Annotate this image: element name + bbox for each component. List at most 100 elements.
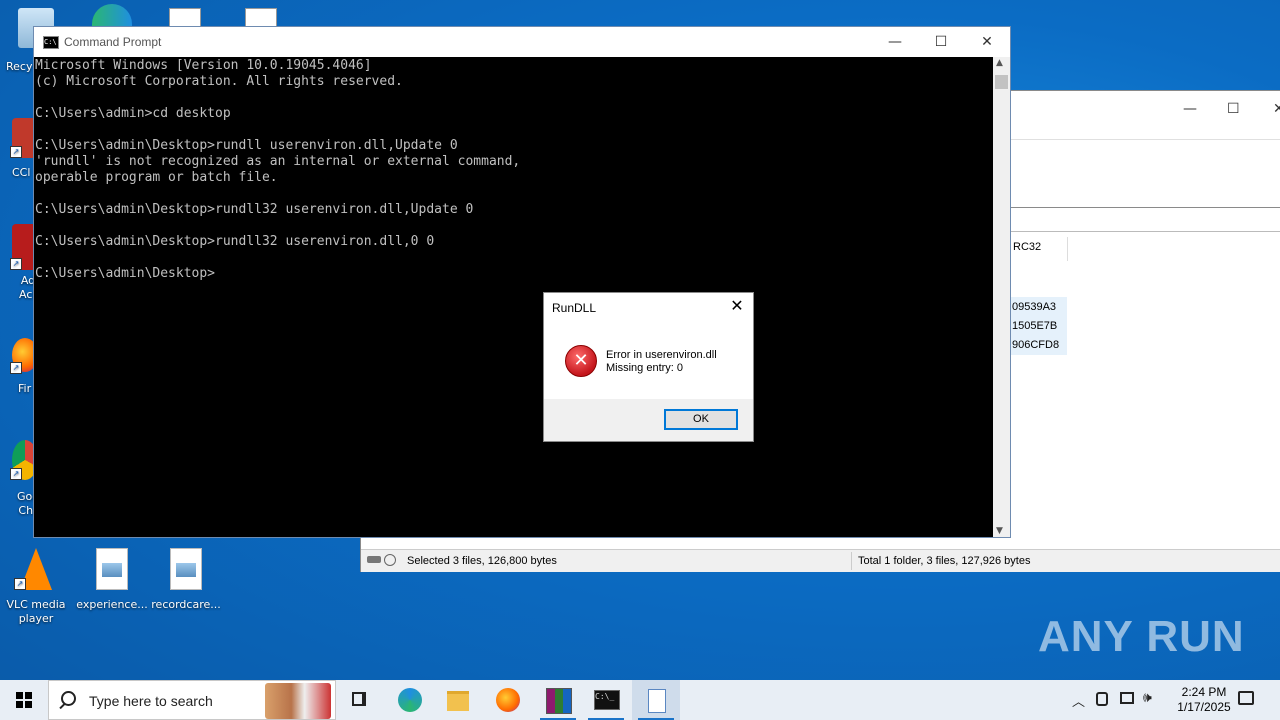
cmd-app-icon: C:\ — [43, 36, 59, 49]
taskbar-notepad[interactable] — [632, 680, 680, 720]
clock-date: 1/17/2025 — [1177, 700, 1231, 714]
console-line: (c) Microsoft Corporation. All rights re… — [35, 74, 403, 89]
show-hidden-icons-chevron-up-icon[interactable]: ︿ — [1072, 691, 1085, 710]
scrollbar-thumb[interactable] — [995, 75, 1008, 89]
desktop-icon-recordcare-file[interactable]: recordcare... — [150, 548, 222, 612]
firefox-icon — [496, 688, 520, 712]
console-line: C:\Users\admin\Desktop>rundll32 userenvi… — [35, 234, 435, 249]
cmd-title: Command Prompt — [64, 35, 162, 49]
taskbar-firefox[interactable] — [484, 680, 532, 720]
minimize-icon[interactable]: — — [872, 27, 918, 57]
volume-icon[interactable]: 🕪 — [1143, 690, 1152, 706]
maximize-icon[interactable]: ☐ — [1227, 101, 1240, 117]
edge-icon — [398, 688, 422, 712]
clock-time: 2:24 PM — [1181, 685, 1227, 699]
console-line: operable program or batch file. — [35, 170, 278, 185]
start-button[interactable] — [0, 680, 48, 720]
winrar-icon — [546, 688, 572, 714]
vlc-icon: ↗ — [14, 548, 52, 590]
status-bar: Selected 3 files, 126,800 bytes Total 1 … — [361, 549, 1280, 572]
desktop-icon-label: Recy — [6, 60, 33, 73]
desktop-icon-doc-1[interactable] — [160, 8, 210, 28]
taskbar-edge[interactable] — [386, 680, 434, 720]
ok-button[interactable]: OK — [664, 409, 738, 430]
cmd-titlebar[interactable]: C:\ Command Prompt — ☐ ✕ — [34, 27, 1010, 57]
close-icon[interactable]: ✕ — [1273, 101, 1280, 117]
desktop-icon-label: recordcare... — [151, 598, 221, 611]
console-line: C:\Users\admin>cd desktop — [35, 106, 231, 121]
notification-icon[interactable] — [1238, 691, 1254, 705]
status-total: Total 1 folder, 3 files, 127,926 bytes — [858, 555, 1031, 567]
column-header-crc32[interactable]: RC32 — [1013, 241, 1041, 253]
status-separator — [851, 552, 852, 570]
file-row-crc[interactable]: 1505E7B — [1012, 320, 1057, 332]
scroll-up-icon[interactable]: ▲ — [996, 58, 1003, 68]
task-view-button[interactable] — [336, 680, 384, 720]
maximize-icon[interactable]: ☐ — [918, 27, 964, 57]
taskbar-command-prompt[interactable]: C:\_ — [582, 680, 630, 720]
shortcut-arrow-icon: ↗ — [10, 362, 22, 374]
minimize-icon[interactable]: — — [1183, 101, 1197, 117]
console-output[interactable]: Microsoft Windows [Version 10.0.19045.40… — [34, 57, 994, 537]
disc-icon — [384, 554, 396, 566]
drive-icon — [367, 556, 381, 563]
console-line: C:\Users\admin\Desktop> — [35, 266, 216, 281]
toolbar-divider — [1011, 207, 1280, 208]
desktop-icon-label: VLC media player — [6, 598, 66, 625]
image-file-icon — [170, 548, 202, 590]
cmd-icon: C:\_ — [594, 690, 620, 710]
network-icon[interactable] — [1120, 692, 1134, 704]
file-row-crc[interactable]: 09539A3 — [1012, 301, 1056, 313]
desktop-icon-label: Fir — [18, 382, 32, 395]
notepad-icon — [648, 689, 666, 713]
scroll-down-icon[interactable]: ▼ — [996, 526, 1003, 536]
desktop-icon-experience-file[interactable]: experience... — [76, 548, 148, 612]
command-prompt-window[interactable]: C:\ Command Prompt — ☐ ✕ Microsoft Windo… — [33, 26, 1011, 538]
console-line: Microsoft Windows [Version 10.0.19045.40… — [35, 58, 372, 73]
taskbar-clock[interactable]: 2:24 PM 1/17/2025 — [1172, 685, 1236, 715]
search-icon-handle — [59, 702, 66, 710]
document-icon — [245, 8, 277, 28]
dialog-title: RunDLL — [552, 301, 597, 315]
taskbar-winrar[interactable] — [534, 680, 582, 720]
column-header-row — [1011, 231, 1280, 260]
search-highlight-image — [265, 683, 331, 719]
file-row-crc[interactable]: 906CFD8 — [1012, 339, 1059, 351]
taskbar-search-box[interactable]: Type here to search — [48, 680, 336, 720]
status-selected: Selected 3 files, 126,800 bytes — [407, 555, 557, 567]
rundll-error-dialog[interactable]: RunDLL ✕ ✕ Error in userenviron.dll Miss… — [543, 292, 754, 442]
desktop-icon-browser-top[interactable] — [82, 4, 142, 26]
taskbar: Type here to search C:\_ ︿ 🕪 2:24 PM 1/1… — [0, 680, 1280, 720]
shortcut-arrow-icon: ↗ — [10, 468, 22, 480]
console-line: C:\Users\admin\Desktop>rundll userenviro… — [35, 138, 458, 153]
taskbar-file-explorer[interactable] — [434, 680, 482, 720]
task-view-icon — [352, 692, 366, 706]
desktop-icon-vlc[interactable]: ↗ VLC media player — [0, 548, 72, 626]
console-line: 'rundll' is not recognized as an interna… — [35, 154, 521, 169]
folder-icon — [447, 691, 469, 711]
shortcut-arrow-icon: ↗ — [10, 146, 22, 158]
close-icon[interactable]: ✕ — [727, 296, 747, 315]
network-status-icon[interactable] — [1096, 692, 1108, 706]
document-icon — [169, 8, 201, 28]
desktop-icon-label: experience... — [76, 598, 148, 611]
close-icon[interactable]: ✕ — [964, 27, 1010, 57]
error-line-2: Missing entry: 0 — [606, 362, 684, 374]
windows-logo-icon — [16, 692, 32, 708]
edge-icon — [92, 4, 132, 26]
search-placeholder: Type here to search — [89, 693, 213, 709]
console-line: C:\Users\admin\Desktop>rundll32 userenvi… — [35, 202, 474, 217]
desktop-icon-label: CCl — [12, 166, 31, 179]
error-line-1: Error in userenviron.dll — [606, 349, 717, 361]
vertical-scrollbar[interactable]: ▲ ▼ — [993, 57, 1010, 537]
dialog-footer: OK — [544, 399, 753, 441]
column-separator — [1067, 237, 1068, 261]
shortcut-arrow-icon: ↗ — [10, 258, 22, 270]
desktop-icon-doc-2[interactable] — [236, 8, 286, 28]
shortcut-arrow-icon: ↗ — [14, 578, 26, 590]
